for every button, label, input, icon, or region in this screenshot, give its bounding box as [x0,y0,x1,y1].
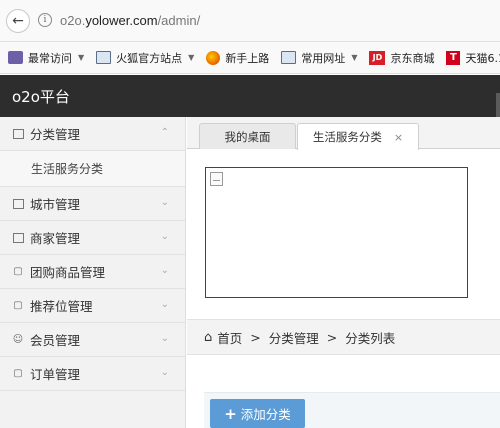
info-icon[interactable]: i [38,13,52,27]
sidebar-item-label: 团购商品管理 [30,265,106,280]
sidebar-item-category[interactable]: 分类管理 ⌃ [0,117,185,151]
tab-label: 我的桌面 [224,129,271,144]
bookmark-label: 新手上路 [225,51,270,65]
sidebar-item-label: 城市管理 [30,197,81,212]
bag-icon: ▢ [13,300,23,311]
url-path: /admin/ [157,13,201,28]
sidebar-item-city[interactable]: 城市管理 ⌄ [0,187,185,221]
sidebar-item-order[interactable]: ▢ 订单管理 ⌄ [0,357,185,391]
firefox-icon [206,50,221,65]
bookmark-tmall[interactable]: T 天猫6.18 [446,50,500,66]
bookmark-firefox-sites[interactable]: 火狐官方站点 ▼ [96,50,194,66]
breadcrumb-category[interactable]: 分类管理 [269,328,319,347]
sidebar-subitem-life-service[interactable]: 生活服务分类 [0,151,185,187]
list-icon [12,128,24,139]
bookmark-common-sites[interactable]: 常用网址 ▼ [281,50,357,66]
bookmark-label: 天猫6.18 [465,51,500,65]
bookmark-label: 常用网址 [301,51,346,65]
browser-urlbar: ← i o2o.yolower.com/admin/ [0,0,500,42]
sidebar-item-member[interactable]: ☺ 会员管理 ⌄ [0,323,185,357]
folder-icon [96,51,112,64]
sidebar-item-recommend[interactable]: ▢ 推荐位管理 ⌄ [0,289,185,323]
plus-icon: + [224,404,237,423]
sidebar-item-merchant[interactable]: 商家管理 ⌄ [0,221,185,255]
bookmark-label: 最常访问 [28,51,72,65]
url-domain: yolower.com [85,13,158,28]
broken-image-icon [210,172,223,186]
sidebar-item-group-buy[interactable]: ▢ 团购商品管理 ⌄ [0,255,185,289]
bookmark-getting-started[interactable]: 新手上路 [206,50,269,66]
chevron-up-icon: ⌃ [160,127,169,138]
tab-strip: 我的桌面 生活服务分类 × [187,117,500,150]
add-category-label: 添加分类 [240,407,291,422]
chevron-down-icon: ⌄ [160,197,169,208]
close-icon[interactable]: × [394,131,403,144]
breadcrumb-separator: > [326,329,338,345]
sidebar-item-label: 商家管理 [30,231,81,246]
list-icon [12,198,24,209]
chevron-down-icon: ⌄ [160,367,169,378]
embedded-frame [205,167,468,298]
caret-down-icon: ▼ [78,53,85,62]
header-edge-divider [496,93,500,117]
chevron-down-icon: ⌄ [160,231,169,242]
sidebar-item-label: 分类管理 [30,127,81,142]
folder-icon [281,51,297,64]
breadcrumb-home[interactable]: 首页 [217,328,242,347]
caret-down-icon: ▼ [351,53,358,62]
main-content: 我的桌面 生活服务分类 × ⌂ 首页 > 分类管理 > 分类列表 + 添加分类 [187,117,500,428]
jd-icon: JD [369,50,386,65]
sidebar-item-label: 订单管理 [30,367,81,382]
bag-icon: ▢ [13,368,23,379]
sidebar-item-label: 会员管理 [30,333,81,348]
app-title[interactable]: o2o平台 [12,86,70,107]
add-category-button[interactable]: + 添加分类 [210,399,305,428]
home-icon: ⌂ [204,329,213,345]
back-arrow-icon[interactable]: ← [6,9,30,33]
bookmarks-bar: 最常访问 ▼ 火狐官方站点 ▼ 新手上路 常用网址 ▼ JD 京东商城 T 天猫… [0,42,500,74]
bookmark-jd[interactable]: JD 京东商城 [369,50,434,66]
chevron-down-icon: ⌄ [160,333,169,344]
caret-down-icon: ▼ [188,53,195,62]
card-icon [12,232,24,243]
tab-label: 生活服务分类 [312,130,382,144]
camera-icon [8,51,23,64]
bag-icon: ▢ [13,266,23,277]
breadcrumb-separator: > [250,329,261,345]
bookmark-label: 京东商城 [390,51,435,65]
chevron-down-icon: ⌄ [160,265,169,276]
user-icon: ☺ [12,334,24,345]
tab-life-service-category[interactable]: 生活服务分类 × [297,123,419,150]
tab-my-desktop[interactable]: 我的桌面 [199,123,296,149]
sidebar-item-label: 推荐位管理 [30,299,93,314]
bookmark-label: 火狐官方站点 [116,51,183,65]
breadcrumb: ⌂ 首页 > 分类管理 > 分类列表 [187,319,500,355]
url-prefix: o2o. [60,13,86,28]
app-header: o2o平台 [0,75,500,117]
chevron-down-icon: ⌄ [160,299,169,310]
sidebar: 分类管理 ⌃ 生活服务分类 城市管理 ⌄ 商家管理 ⌄ ▢ 团购商品管理 ⌄ ▢… [0,117,186,428]
action-bar: + 添加分类 [204,392,500,428]
breadcrumb-current: 分类列表 [345,330,396,346]
tmall-icon: T [446,50,461,65]
bookmark-most-visited[interactable]: 最常访问 ▼ [8,50,84,66]
address-bar[interactable]: o2o.yolower.com/admin/ [60,13,200,28]
